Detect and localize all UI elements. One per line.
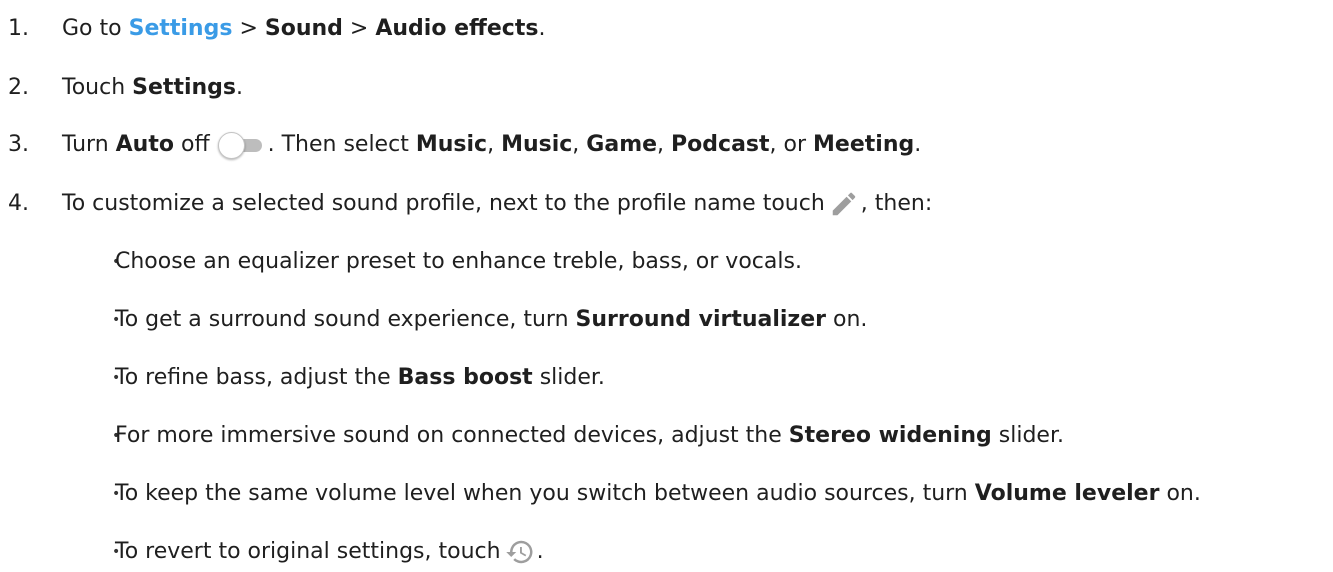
step-text: Turn <box>62 132 109 157</box>
meeting-label: Meeting <box>813 132 915 157</box>
podcast-label: Podcast <box>671 132 770 157</box>
step-text: , then: <box>860 191 933 216</box>
bullet-text: on. <box>833 307 868 332</box>
game-label: Game <box>586 132 658 157</box>
music-label: Music <box>415 132 488 157</box>
punctuation: , <box>487 132 495 157</box>
step-text: Go to <box>62 16 122 41</box>
bullet-text: slider. <box>998 423 1064 448</box>
audio-effects-label: Audio effects <box>375 16 539 41</box>
bullet-text: slider. <box>539 365 605 390</box>
punctuation: , <box>572 132 580 157</box>
punctuation: . <box>538 16 546 41</box>
volume-leveler-label: Volume leveler <box>974 481 1160 506</box>
punctuation: . <box>236 75 244 100</box>
pencil-icon <box>832 192 856 216</box>
step-text: off <box>180 132 210 157</box>
bullet-text: For more immersive sound on connected de… <box>115 423 782 448</box>
step-text: , or <box>769 132 807 157</box>
separator: > <box>349 16 369 41</box>
stereo-widening-label: Stereo widening <box>788 423 992 448</box>
step-text: . Then select <box>267 132 409 157</box>
bullet-text: To refine bass, adjust the <box>115 365 391 390</box>
step-text: Touch <box>62 75 126 100</box>
punctuation: , <box>657 132 665 157</box>
punctuation: . <box>536 539 544 564</box>
punctuation: . <box>914 132 922 157</box>
bullet-text: Choose an equalizer preset to enhance tr… <box>115 249 802 274</box>
bullet-text: To keep the same volume level when you s… <box>115 481 968 506</box>
toggle-off-icon <box>216 132 264 159</box>
settings-link[interactable]: Settings <box>129 16 233 41</box>
step-number: 2. <box>8 75 29 100</box>
step-text: To customize a selected sound profile, n… <box>62 191 825 216</box>
step-number: 3. <box>8 132 29 157</box>
settings-label: Settings <box>132 75 237 100</box>
sound-label: Sound <box>264 16 343 41</box>
step-number: 4. <box>8 191 29 216</box>
bullet-text: on. <box>1166 481 1201 506</box>
history-icon <box>505 540 533 564</box>
music-label: Music <box>501 132 573 157</box>
surround-virtualizer-label: Surround virtualizer <box>575 307 827 332</box>
bullet-text: To get a surround sound experience, turn <box>115 307 569 332</box>
instructions: 1. Go to Settings > Sound > Audio effect… <box>0 0 1333 572</box>
auto-label: Auto <box>115 132 174 157</box>
bass-boost-label: Bass boost <box>397 365 533 390</box>
step-number: 1. <box>8 16 29 41</box>
separator: > <box>239 16 258 41</box>
bullet-text: To revert to original settings, touch <box>115 539 501 564</box>
